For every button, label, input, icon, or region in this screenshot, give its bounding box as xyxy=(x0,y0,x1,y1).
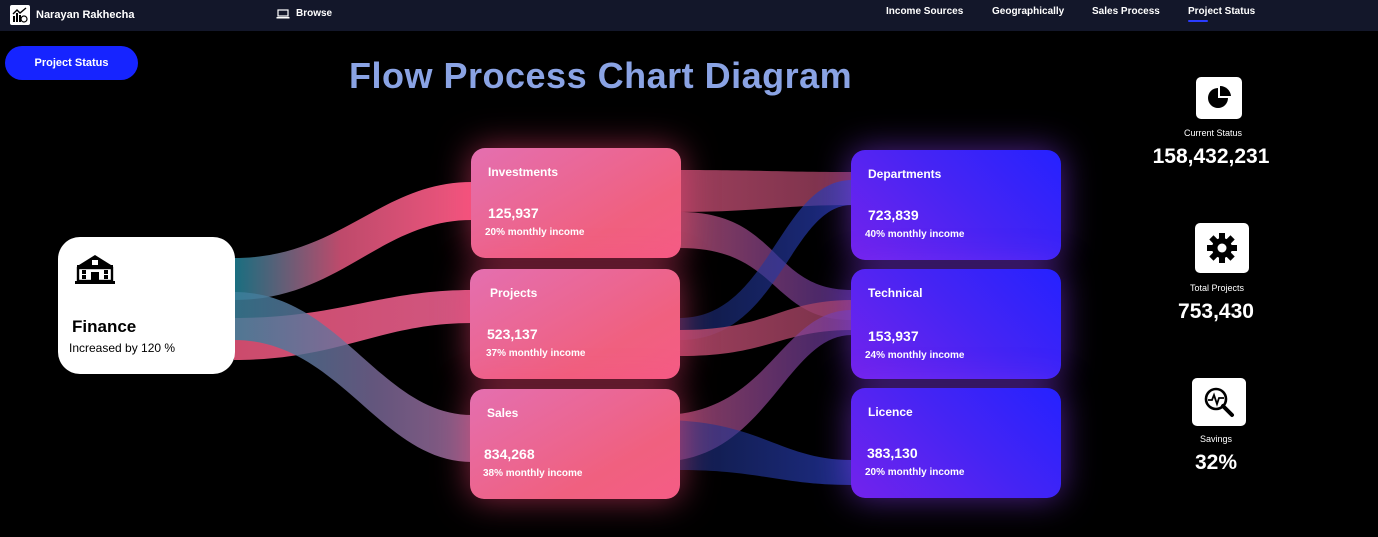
gear-icon[interactable] xyxy=(1195,223,1249,273)
flow-sales-licence xyxy=(660,420,852,485)
stat-label-current-status: Current Status xyxy=(1183,128,1243,138)
stat-value-savings: 32% xyxy=(1194,451,1238,474)
node-value: 153,937 xyxy=(868,328,919,344)
magnifier-pulse-icon[interactable] xyxy=(1192,378,1246,426)
finance-subtitle: Increased by 120 % xyxy=(69,341,176,355)
stat-value-total-projects: 753,430 xyxy=(1178,300,1254,323)
finance-title: Finance xyxy=(72,317,137,336)
node-subtitle: 40% monthly income xyxy=(865,229,965,240)
node-value: 383,130 xyxy=(867,445,918,461)
node-subtitle: 38% monthly income xyxy=(483,468,583,479)
node-projects[interactable]: Projects 523,137 37% monthly income xyxy=(470,269,680,379)
node-value: 523,137 xyxy=(487,326,538,342)
node-sales[interactable]: Sales 834,268 38% monthly income xyxy=(470,389,680,499)
finance-card[interactable]: Finance Increased by 120 % xyxy=(58,237,235,374)
node-subtitle: 24% monthly income xyxy=(865,350,965,361)
node-name: Investments xyxy=(488,165,559,179)
node-subtitle: 20% monthly income xyxy=(865,467,965,478)
node-name: Technical xyxy=(868,286,923,300)
node-name: Projects xyxy=(490,286,538,300)
node-investments[interactable]: Investments 125,937 20% monthly income xyxy=(471,148,681,258)
node-name: Licence xyxy=(868,405,913,419)
node-licence[interactable]: Licence 383,130 20% monthly income xyxy=(851,388,1061,498)
node-value: 723,839 xyxy=(868,207,919,223)
node-name: Sales xyxy=(487,406,519,420)
node-name: Departments xyxy=(868,167,942,181)
node-subtitle: 37% monthly income xyxy=(486,348,586,359)
stat-value-current-status: 158,432,231 xyxy=(1152,145,1270,168)
bank-building-icon xyxy=(75,253,115,290)
stat-label-savings: Savings xyxy=(1199,434,1233,444)
node-technical[interactable]: Technical 153,937 24% monthly income xyxy=(851,269,1061,379)
pie-chart-icon[interactable] xyxy=(1196,77,1242,119)
node-value: 834,268 xyxy=(484,446,535,462)
node-departments[interactable]: Departments 723,839 40% monthly income xyxy=(851,150,1061,260)
flow-finance-investments xyxy=(234,182,472,300)
node-subtitle: 20% monthly income xyxy=(485,227,585,238)
stat-label-total-projects: Total Projects xyxy=(1189,283,1245,293)
node-value: 125,937 xyxy=(488,205,539,221)
